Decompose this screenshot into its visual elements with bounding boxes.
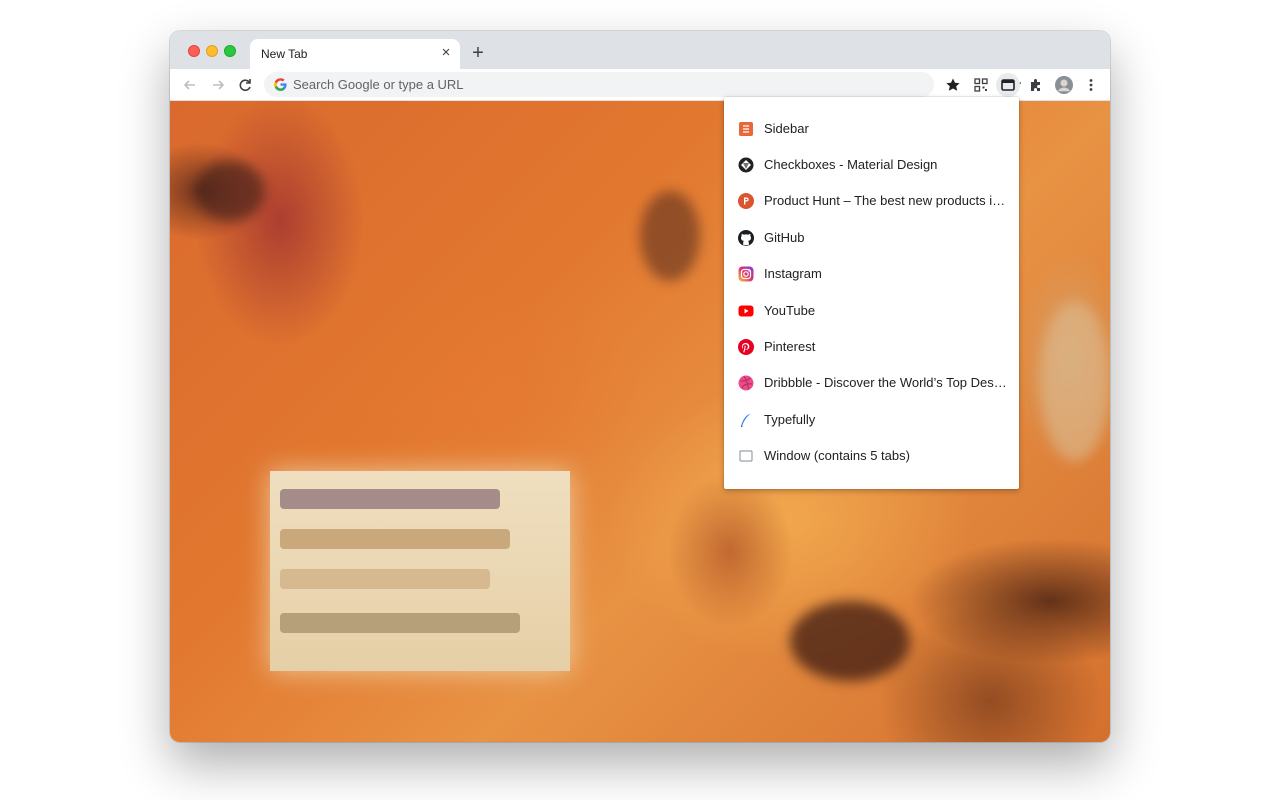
menu-item-github[interactable]: GitHub xyxy=(724,220,1019,256)
menu-item-label: Checkboxes - Material Design xyxy=(764,157,938,172)
reload-icon[interactable] xyxy=(235,75,255,95)
typefully-icon xyxy=(740,413,751,427)
menu-item-label: Product Hunt – The best new products in … xyxy=(764,193,1009,208)
profile-avatar[interactable] xyxy=(1052,73,1076,97)
menu-item-label: GitHub xyxy=(764,230,805,245)
address-bar[interactable]: Search Google or type a URL xyxy=(264,72,1021,97)
menu-item-product-hunt[interactable]: Product Hunt – The best new products in … xyxy=(724,183,1019,219)
paint-smudge xyxy=(1040,301,1110,461)
title-bar: New Tab × + xyxy=(170,31,1110,69)
bookmarks-icon[interactable] xyxy=(941,73,965,97)
omnibox-placeholder: Search Google or type a URL xyxy=(293,77,464,92)
instagram-icon xyxy=(738,266,754,282)
menu-item-typefully[interactable]: Typefully xyxy=(724,402,1019,438)
paint-smudge xyxy=(195,161,265,221)
forward-arrow-icon[interactable] xyxy=(208,75,228,95)
qr-code-icon[interactable] xyxy=(969,73,993,97)
menu-item-label: Window (contains 5 tabs) xyxy=(764,448,910,463)
menu-item-label: Instagram xyxy=(764,266,822,281)
google-g-icon xyxy=(274,78,287,91)
menu-item-label: Pinterest xyxy=(764,339,816,354)
tab-close-icon[interactable]: × xyxy=(439,45,453,60)
paint-smudge xyxy=(790,601,910,681)
menu-item-sidebar[interactable]: Sidebar xyxy=(724,111,1019,147)
more-menu-icon[interactable] xyxy=(1079,73,1103,97)
material-design-icon xyxy=(738,157,754,173)
menu-item-label: Sidebar xyxy=(764,121,809,136)
menu-item-pinterest[interactable]: Pinterest xyxy=(724,329,1019,365)
book-stripe xyxy=(280,489,500,509)
book-stripe xyxy=(280,529,510,549)
dribbble-icon xyxy=(738,375,754,391)
menu-item-instagram[interactable]: Instagram xyxy=(724,256,1019,292)
window-icon xyxy=(739,450,753,462)
menu-item-window[interactable]: Window (contains 5 tabs) xyxy=(724,438,1019,474)
product-hunt-icon xyxy=(738,193,754,209)
menu-item-material-design[interactable]: Checkboxes - Material Design xyxy=(724,147,1019,183)
zoom-window-button[interactable] xyxy=(224,45,236,57)
github-icon xyxy=(738,230,754,246)
menu-item-label: Dribbble - Discover the World’s Top Desi… xyxy=(764,375,1009,390)
youtube-icon xyxy=(738,305,754,317)
menu-item-youtube[interactable]: YouTube xyxy=(724,293,1019,329)
extensions-icon[interactable] xyxy=(1024,73,1048,97)
painted-book xyxy=(270,471,570,671)
new-tab-button[interactable]: + xyxy=(468,43,488,63)
tab-list-menu: Sidebar Checkboxes - Material Design Pro… xyxy=(724,97,1019,489)
tab-new-tab[interactable]: New Tab × xyxy=(250,39,460,69)
minimize-window-button[interactable] xyxy=(206,45,218,57)
sidebar-icon xyxy=(739,122,753,136)
pinterest-icon xyxy=(738,339,754,355)
menu-item-dribbble[interactable]: Dribbble - Discover the World’s Top Desi… xyxy=(724,365,1019,401)
menu-item-label: YouTube xyxy=(764,303,816,318)
menu-item-label: Typefully xyxy=(764,412,816,427)
close-window-button[interactable] xyxy=(188,45,200,57)
paint-smudge xyxy=(640,191,700,281)
book-stripe xyxy=(280,613,520,633)
back-arrow-icon[interactable] xyxy=(180,75,200,95)
book-stripe xyxy=(280,569,490,589)
tab-title: New Tab xyxy=(261,47,308,61)
tab-list-icon[interactable] xyxy=(996,73,1020,97)
